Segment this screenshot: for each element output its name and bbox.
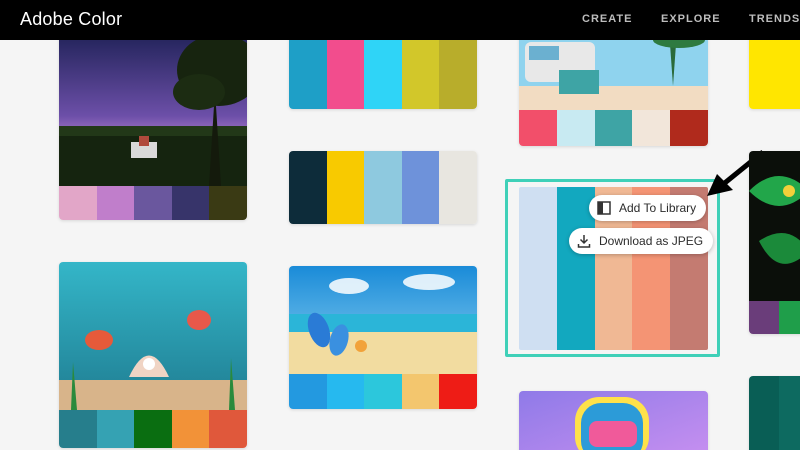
- nav-explore[interactable]: EXPLORE: [661, 13, 721, 25]
- swatch: [594, 110, 633, 146]
- swatch: [96, 186, 135, 220]
- theme-card-underwater[interactable]: [59, 262, 247, 448]
- add-to-library-label: Add To Library: [619, 201, 697, 215]
- swatch: [209, 410, 247, 448]
- palette-b-swatches: [289, 151, 477, 224]
- swatch: [632, 110, 671, 146]
- nav-create[interactable]: CREATE: [582, 13, 632, 25]
- download-jpeg-button[interactable]: Download as JPEG: [569, 228, 714, 254]
- swatch: [134, 410, 172, 448]
- shes-cool-image: [519, 391, 708, 450]
- app-title[interactable]: Adobe Color: [20, 9, 122, 30]
- nav-trends[interactable]: TRENDS: [749, 13, 800, 25]
- swatch: [289, 374, 327, 409]
- swatch: [59, 186, 97, 220]
- swatch: [556, 110, 595, 146]
- swatch: [134, 186, 172, 220]
- swatch: [779, 376, 800, 450]
- swatch: [209, 186, 247, 220]
- swatch: [326, 30, 365, 109]
- theme-card-teal-partial[interactable]: [749, 376, 800, 450]
- swatch: [439, 151, 477, 224]
- underwater-swatches: [59, 410, 247, 448]
- swatch: [171, 410, 210, 448]
- theme-card-night-meadow[interactable]: [59, 30, 247, 220]
- swatch: [364, 30, 402, 109]
- theme-card-palette-a[interactable]: [289, 30, 477, 109]
- night-meadow-swatches: [59, 186, 247, 220]
- theme-card-green-partial[interactable]: [749, 151, 800, 334]
- swatch: [401, 151, 440, 224]
- swatch: [749, 301, 779, 334]
- swatch: [326, 151, 365, 224]
- swatch: [96, 410, 135, 448]
- top-nav-bar: Adobe Color CREATE EXPLORE TRENDS: [0, 0, 800, 40]
- palette-a-swatches: [289, 30, 477, 109]
- add-to-library-button[interactable]: Add To Library: [589, 195, 707, 221]
- swatch: [779, 301, 800, 334]
- download-icon: [577, 235, 591, 248]
- green-art-image: [749, 151, 800, 301]
- theme-card-beach-van[interactable]: [519, 30, 708, 146]
- beach-van-image: [519, 30, 708, 110]
- swatch: [59, 410, 97, 448]
- teal-partial-swatches: [749, 376, 800, 450]
- download-jpeg-label: Download as JPEG: [599, 234, 704, 248]
- night-meadow-image: [59, 30, 247, 186]
- swatch: [670, 110, 708, 146]
- swatch: [401, 374, 440, 409]
- swatch: [401, 30, 440, 109]
- swatch: [439, 30, 477, 109]
- swatch: [519, 187, 557, 350]
- swatch: [364, 374, 402, 409]
- swatch: [749, 376, 779, 450]
- library-icon: [597, 201, 611, 215]
- theme-card-palette-b[interactable]: [289, 151, 477, 224]
- swatch: [364, 151, 402, 224]
- swatch: [749, 30, 800, 109]
- theme-card-yellow-partial[interactable]: [749, 30, 800, 109]
- swatch: [439, 374, 477, 409]
- green-partial-swatches: [749, 301, 800, 334]
- beach-van-swatches: [519, 110, 708, 146]
- swatch: [289, 151, 327, 224]
- swatch: [171, 186, 210, 220]
- beach-flipflops-image: [289, 266, 477, 374]
- yellow-partial-swatches: [749, 30, 800, 109]
- theme-card-shes-cool[interactable]: [519, 391, 708, 450]
- beach-flipflops-swatches: [289, 374, 477, 409]
- swatch: [289, 30, 327, 109]
- underwater-image: [59, 262, 247, 410]
- swatch: [519, 110, 557, 146]
- theme-card-beach-flipflops[interactable]: [289, 266, 477, 409]
- swatch: [326, 374, 365, 409]
